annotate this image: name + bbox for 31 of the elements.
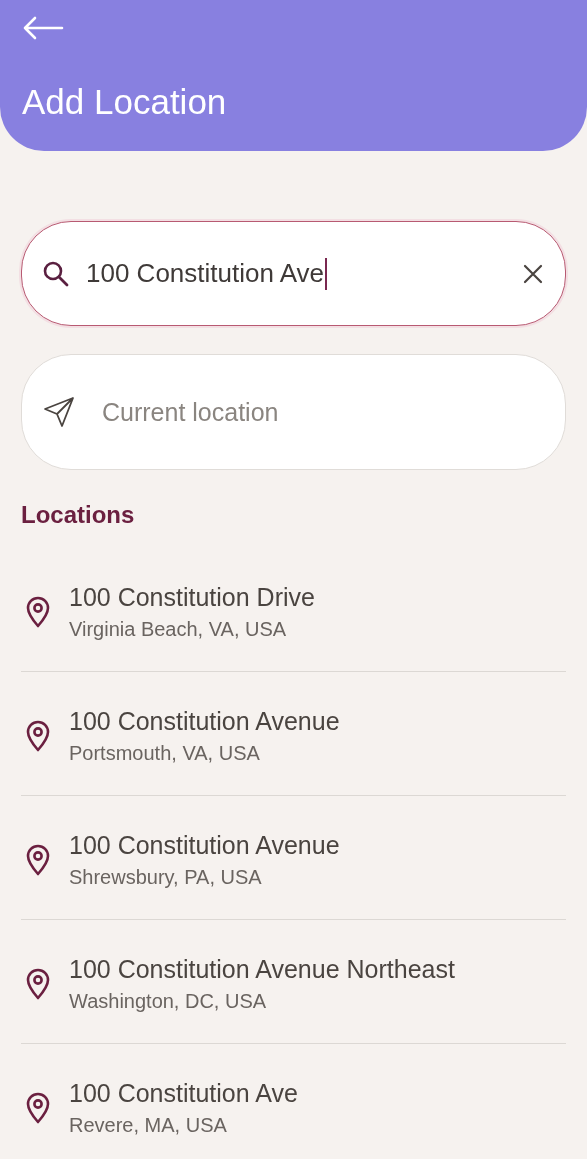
location-address: Revere, MA, USA (69, 1113, 228, 1137)
map-pin-icon (25, 967, 51, 1000)
map-pin-icon (25, 719, 51, 752)
location-item[interactable]: 100 Constitution Avenue Northeast Washington, DC, USA (21, 920, 566, 1044)
page-title: Add Location (22, 82, 228, 122)
search-field[interactable]: 100 Constitution Ave (21, 221, 566, 326)
map-pin-icon (25, 595, 51, 628)
location-name: 100 Constitution Avenue Northeast (69, 954, 455, 984)
location-name: 100 Constitution Avenue (69, 830, 340, 860)
location-name: 100 Constitution Avenue (69, 706, 340, 736)
search-text: 100 Constitution Ave (86, 258, 325, 289)
location-name: 100 Constitution Drive (69, 582, 315, 612)
location-address: Virginia Beach, VA, USA (69, 617, 288, 641)
current-location-button[interactable]: Current location (21, 354, 566, 470)
location-name: 100 Constitution Ave (69, 1078, 298, 1108)
location-item[interactable]: 100 Constitution Drive Virginia Beach, VA, USA (21, 548, 566, 672)
location-item[interactable]: 100 Constitution Avenue Shrewsbury, PA, USA (21, 796, 566, 920)
map-pin-icon (25, 843, 51, 876)
clear-button[interactable] (523, 263, 543, 284)
send-icon (42, 395, 76, 429)
location-address: Washington, DC, USA (69, 989, 268, 1013)
back-button[interactable] (22, 14, 66, 42)
location-item[interactable]: 100 Constitution Avenue Portsmouth, VA, USA (21, 672, 566, 796)
section-heading: Locations (21, 500, 136, 530)
location-item[interactable]: 100 Constitution Ave Revere, MA, USA (21, 1044, 566, 1159)
back-arrow-icon (22, 16, 64, 40)
location-address: Portsmouth, VA, USA (69, 741, 261, 765)
map-pin-icon (25, 1091, 51, 1124)
search-icon (42, 259, 70, 288)
text-cursor (325, 257, 328, 290)
location-address: Shrewsbury, PA, USA (69, 865, 263, 889)
